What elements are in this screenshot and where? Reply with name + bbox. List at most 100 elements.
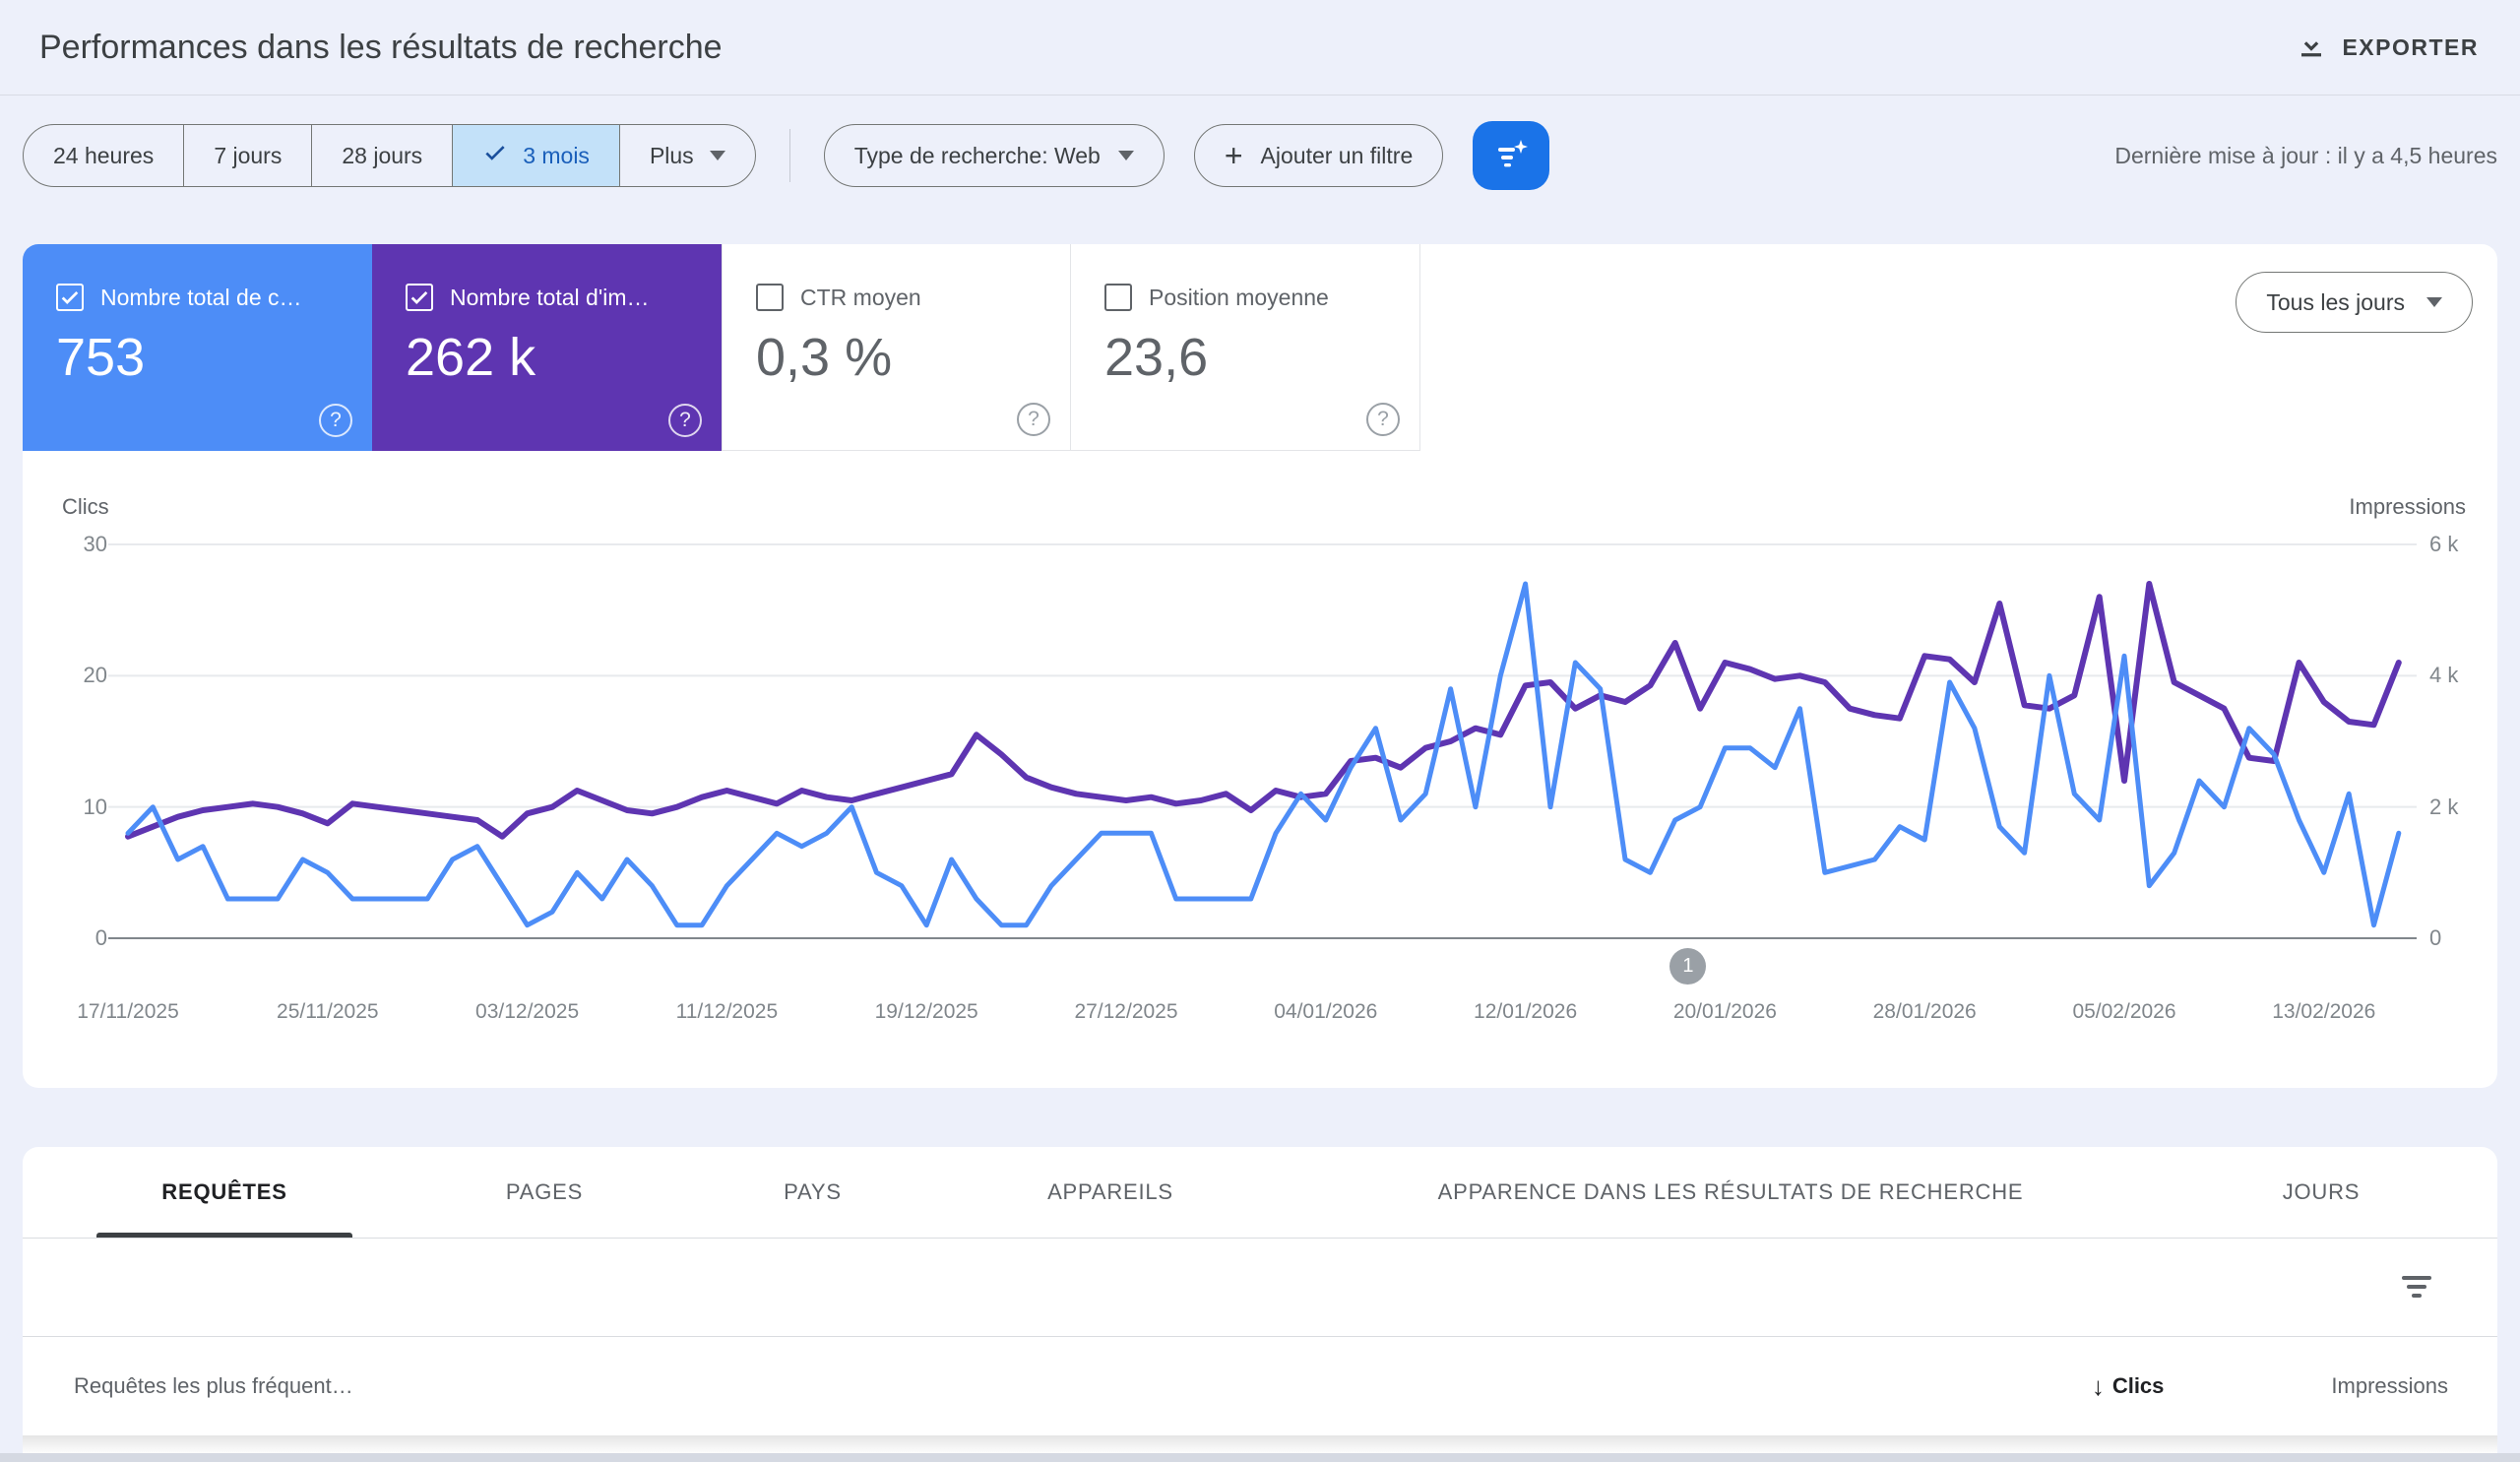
performance-card: Nombre total de c… 753 ? Nombre total d'… [23,244,2497,1088]
metric-cards-row: Nombre total de c… 753 ? Nombre total d'… [23,244,1420,451]
dimensions-card: REQUÊTES PAGES PAYS APPAREILS APPARENCE … [23,1147,2497,1462]
granularity-dropdown[interactable]: Tous les jours [2236,272,2473,333]
ai-filter-icon [1490,134,1532,178]
chart-canvas[interactable] [23,451,2497,1088]
range-28d-label: 28 jours [342,143,422,169]
left-tick-label: 0 [48,925,107,951]
metric-value: 753 [56,327,372,388]
tab-apparence[interactable]: APPARENCE DANS LES RÉSULTATS DE RECHERCH… [1288,1147,2174,1238]
metric-label: CTR moyen [800,285,921,311]
column-header-queries: Requêtes les plus fréquent… [74,1373,2092,1399]
granularity-label: Tous les jours [2266,289,2405,316]
range-24h-label: 24 heures [53,143,154,169]
checkbox-unchecked-icon[interactable] [1104,284,1132,311]
tab-appareils[interactable]: APPAREILS [933,1147,1288,1238]
checkbox-unchecked-icon[interactable] [756,284,784,311]
metric-card-total-impressions[interactable]: Nombre total d'im… 262 k ? [372,244,722,451]
table-filter-band [23,1239,2497,1337]
range-3m-chip[interactable]: 3 mois [453,125,620,186]
metric-label: Position moyenne [1149,285,1329,311]
help-icon[interactable]: ? [668,404,702,437]
metric-card-total-clicks[interactable]: Nombre total de c… 753 ? [23,244,372,451]
filter-list-icon[interactable] [2397,1268,2436,1307]
range-plus-label: Plus [650,143,694,169]
add-filter-button[interactable]: + Ajouter un filtre [1194,124,1443,187]
tab-label: PAYS [784,1179,842,1205]
toolbar-divider [789,129,790,182]
tab-label: APPARENCE DANS LES RÉSULTATS DE RECHERCH… [1438,1179,2024,1205]
tab-label: REQUÊTES [161,1179,286,1205]
metric-label: Nombre total de c… [100,285,302,311]
range-24h-chip[interactable]: 24 heures [24,125,184,186]
date-tick-label: 27/12/2025 [1042,1000,1210,1024]
performance-chart[interactable]: Clics Impressions 0102030 02 k4 k6 k 17/… [23,451,2497,1088]
metric-value: 23,6 [1104,327,1419,388]
date-tick-label: 25/11/2025 [244,1000,411,1024]
left-tick-label: 10 [48,795,107,820]
table-scroll-shadow [23,1435,2497,1455]
right-tick-label: 4 k [2429,663,2458,688]
metric-value: 0,3 % [756,327,1070,388]
date-tick-label: 17/11/2025 [44,1000,212,1024]
sort-descending-icon: ↓ [2092,1371,2105,1402]
range-3m-label: 3 mois [523,143,590,169]
help-icon[interactable]: ? [1017,403,1050,436]
range-28d-chip[interactable]: 28 jours [312,125,453,186]
page-title: Performances dans les résultats de reche… [39,29,723,67]
plus-icon: + [1225,140,1243,171]
range-7d-chip[interactable]: 7 jours [184,125,312,186]
right-tick-label: 2 k [2429,795,2458,820]
date-tick-label: 19/12/2025 [843,1000,1010,1024]
search-type-label: Type de recherche: Web [854,143,1101,169]
last-update-text: Dernière mise à jour : il y a 4,5 heures [2114,143,2497,169]
metric-value: 262 k [406,327,722,388]
check-icon [482,140,508,171]
dimension-tabs: REQUÊTES PAGES PAYS APPAREILS APPARENCE … [23,1147,2497,1239]
tab-pays[interactable]: PAYS [692,1147,933,1238]
toolbar: 24 heures 7 jours 28 jours 3 mois Plus T… [23,121,2497,190]
right-tick-label: 0 [2429,925,2441,951]
column-header-clicks[interactable]: ↓ Clics [2092,1371,2165,1402]
help-icon[interactable]: ? [319,404,352,437]
column-header-impressions[interactable]: Impressions [2331,1373,2448,1399]
tab-label: JOURS [2283,1179,2361,1205]
date-range-selector: 24 heures 7 jours 28 jours 3 mois Plus [23,124,756,187]
tab-label: APPAREILS [1047,1179,1173,1205]
clicks-header-label: Clics [2112,1373,2165,1399]
add-filter-label: Ajouter un filtre [1261,143,1414,169]
chevron-down-icon [2426,297,2442,307]
tab-jours[interactable]: JOURS [2174,1147,2469,1238]
checkbox-checked-icon[interactable] [406,284,433,311]
date-tick-label: 04/01/2026 [1242,1000,1410,1024]
date-tick-label: 20/01/2026 [1641,1000,1808,1024]
chevron-down-icon [710,151,725,160]
tab-requetes[interactable]: REQUÊTES [52,1147,397,1238]
range-7d-label: 7 jours [214,143,282,169]
next-row-edge [0,1453,2520,1462]
date-tick-label: 13/02/2026 [2240,1000,2408,1024]
export-label: EXPORTER [2342,34,2479,61]
help-icon[interactable]: ? [1366,403,1400,436]
app-header: Performances dans les résultats de reche… [0,0,2520,95]
range-plus-chip[interactable]: Plus [620,125,755,186]
tab-label: PAGES [506,1179,583,1205]
download-icon [2297,31,2326,66]
clicks-line[interactable] [128,584,2399,925]
date-tick-label: 11/12/2025 [643,1000,810,1024]
checkbox-checked-icon[interactable] [56,284,84,311]
export-button[interactable]: EXPORTER [2297,0,2479,95]
tab-pages[interactable]: PAGES [397,1147,692,1238]
date-tick-label: 05/02/2026 [2041,1000,2208,1024]
table-header-row: Requêtes les plus fréquent… ↓ Clics Impr… [23,1337,2497,1435]
date-tick-label: 03/12/2025 [444,1000,611,1024]
left-tick-label: 30 [48,532,107,557]
metric-card-avg-position[interactable]: Position moyenne 23,6 ? [1071,244,1420,451]
left-tick-label: 20 [48,663,107,688]
right-tick-label: 6 k [2429,532,2458,557]
chevron-down-icon [1118,151,1134,160]
metric-card-avg-ctr[interactable]: CTR moyen 0,3 % ? [722,244,1071,451]
date-tick-label: 12/01/2026 [1442,1000,1609,1024]
search-type-dropdown[interactable]: Type de recherche: Web [824,124,1165,187]
ai-filter-button[interactable] [1473,121,1549,190]
metric-label: Nombre total d'im… [450,285,650,311]
